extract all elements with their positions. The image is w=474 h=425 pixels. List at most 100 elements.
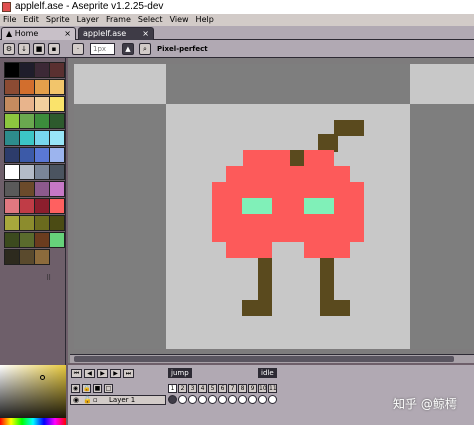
close-icon[interactable]: × — [64, 28, 71, 40]
first-frame-icon[interactable]: ⏮ — [71, 369, 82, 378]
palette-swatch[interactable] — [34, 215, 50, 231]
cel[interactable] — [238, 395, 247, 404]
tab-home[interactable]: ▲ Home × — [1, 27, 76, 40]
frame-header[interactable]: 2 — [178, 384, 187, 393]
cel[interactable] — [168, 395, 177, 404]
frame-header[interactable]: 3 — [188, 384, 197, 393]
cel[interactable] — [268, 395, 277, 404]
palette-swatch[interactable] — [19, 147, 35, 163]
layer-row[interactable]: ◉ 🔓 ▫ Layer 1 — [70, 395, 166, 405]
palette-swatch[interactable] — [4, 130, 20, 146]
lock-header-icon[interactable]: 🔒 — [82, 384, 91, 393]
frame-header[interactable]: 11 — [268, 384, 277, 393]
hue-slider[interactable] — [0, 418, 66, 425]
play-icon[interactable]: ▶ — [97, 369, 108, 378]
palette-swatch[interactable] — [19, 164, 35, 180]
brush-square-icon[interactable]: ■ — [33, 43, 45, 55]
palette-swatch[interactable] — [49, 147, 65, 163]
palette-swatch[interactable] — [49, 62, 65, 78]
cel[interactable] — [248, 395, 257, 404]
palette-swatch[interactable] — [34, 181, 50, 197]
last-frame-icon[interactable]: ⏭ — [123, 369, 134, 378]
menu-sprite[interactable]: Sprite — [43, 14, 74, 26]
palette-swatch[interactable] — [4, 113, 20, 129]
palette-swatch[interactable] — [34, 164, 50, 180]
palette-swatch[interactable] — [19, 130, 35, 146]
cel[interactable] — [188, 395, 197, 404]
tag-jump[interactable]: jump — [168, 368, 192, 378]
canvas-area[interactable] — [68, 58, 474, 363]
menu-view[interactable]: View — [167, 14, 193, 26]
palette-swatch[interactable] — [4, 249, 20, 265]
palette-swatch[interactable] — [49, 181, 65, 197]
frame-header[interactable]: 7 — [228, 384, 237, 393]
prev-frame-icon[interactable]: ◀ — [84, 369, 95, 378]
palette-swatch[interactable] — [49, 232, 65, 248]
palette-swatch[interactable] — [19, 62, 35, 78]
palette-swatch[interactable] — [49, 113, 65, 129]
palette-swatch[interactable] — [19, 215, 35, 231]
frame-header[interactable]: 5 — [208, 384, 217, 393]
frame-header[interactable]: 6 — [218, 384, 227, 393]
palette-swatch[interactable] — [19, 96, 35, 112]
sprite-canvas[interactable] — [68, 58, 474, 354]
cel[interactable] — [218, 395, 227, 404]
horizontal-scrollbar[interactable] — [70, 354, 474, 363]
menu-layer[interactable]: Layer — [74, 14, 103, 26]
palette-swatch[interactable] — [19, 198, 35, 214]
palette-swatch[interactable] — [4, 198, 20, 214]
palette-swatch[interactable] — [49, 215, 65, 231]
visibility-header-icon[interactable]: ◉ — [71, 384, 80, 393]
eye-icon[interactable]: ◉ — [73, 396, 79, 404]
palette-swatch[interactable] — [19, 79, 35, 95]
cel[interactable] — [178, 395, 187, 404]
color-picker-cursor[interactable] — [40, 375, 45, 380]
color-picker[interactable] — [0, 365, 66, 425]
menu-select[interactable]: Select — [135, 14, 167, 26]
palette-swatch[interactable] — [4, 181, 20, 197]
cel[interactable] — [198, 395, 207, 404]
palette-swatch[interactable] — [4, 232, 20, 248]
brush-type-icon[interactable]: ▪ — [48, 43, 60, 55]
frame-header[interactable]: 1 — [168, 384, 177, 393]
palette-swatch[interactable] — [49, 164, 65, 180]
palette-swatch[interactable] — [34, 130, 50, 146]
tab-file[interactable]: applelf.ase × — [78, 27, 154, 40]
palette-swatch[interactable] — [49, 198, 65, 214]
palette-swatch[interactable] — [4, 147, 20, 163]
palette-swatch[interactable] — [4, 215, 20, 231]
menu-file[interactable]: File — [0, 14, 20, 26]
palette-swatch[interactable] — [49, 79, 65, 95]
palette-resize-icon[interactable]: ⠿ — [46, 274, 51, 282]
download-icon[interactable]: ↓ — [18, 43, 30, 55]
continuous-icon[interactable]: ▫ — [93, 396, 98, 404]
palette-swatch[interactable] — [4, 96, 20, 112]
next-frame-icon[interactable]: ▶ — [110, 369, 121, 378]
ink-icon[interactable]: ▲ — [122, 43, 134, 55]
menu-help[interactable]: Help — [193, 14, 218, 26]
palette-swatch[interactable] — [34, 62, 50, 78]
palette-swatch[interactable] — [4, 79, 20, 95]
palette-swatch[interactable] — [34, 198, 50, 214]
palette-swatch[interactable] — [49, 96, 65, 112]
palette-swatch[interactable] — [19, 113, 35, 129]
menu-edit[interactable]: Edit — [20, 14, 43, 26]
palette-swatch[interactable] — [34, 113, 50, 129]
settings-icon[interactable]: ⚙ — [3, 43, 15, 55]
palette-swatch[interactable] — [49, 130, 65, 146]
frame-header[interactable]: 8 — [238, 384, 247, 393]
continuous-header-icon[interactable]: ■ — [93, 384, 102, 393]
cel[interactable] — [208, 395, 217, 404]
palette-swatch[interactable] — [19, 249, 35, 265]
palette-swatch[interactable] — [4, 62, 20, 78]
layer-options-icon[interactable]: □ — [104, 384, 113, 393]
menu-frame[interactable]: Frame — [103, 14, 135, 26]
lock-icon[interactable]: 🔓 — [83, 396, 92, 404]
scrollbar-thumb[interactable] — [74, 356, 454, 362]
brush-dot-icon[interactable]: · — [72, 43, 84, 55]
palette-swatch[interactable] — [34, 232, 50, 248]
close-icon[interactable]: × — [142, 28, 149, 40]
brush-size-input[interactable]: 1px — [90, 43, 115, 55]
palette-swatch[interactable] — [34, 249, 50, 265]
cel[interactable] — [228, 395, 237, 404]
